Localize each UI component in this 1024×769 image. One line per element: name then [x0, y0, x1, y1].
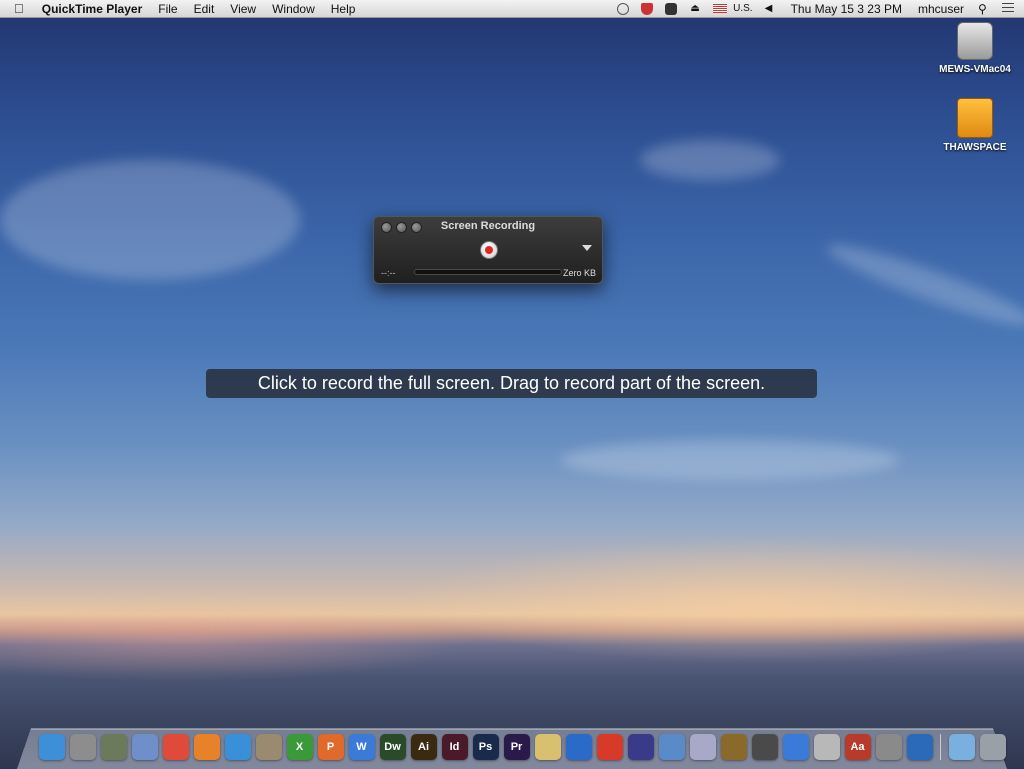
elapsed-time: --:-- — [381, 268, 396, 278]
quicktime-icon[interactable] — [906, 734, 933, 760]
desktop-icon-label: MEWS-VMac04 — [939, 64, 1011, 75]
itunes-icon[interactable] — [782, 734, 809, 760]
record-button[interactable] — [480, 241, 498, 259]
options-dropdown-icon[interactable] — [582, 245, 592, 251]
final-cut-icon[interactable] — [751, 734, 778, 760]
menu-file[interactable]: File — [150, 0, 185, 18]
dreamweaver-icon[interactable]: Dw — [379, 734, 406, 760]
google-earth-icon[interactable] — [565, 734, 592, 760]
launchpad-icon[interactable] — [69, 734, 96, 760]
desktop-icon-label: THAWSPACE — [943, 142, 1007, 153]
shield-icon[interactable] — [641, 2, 654, 15]
textedit-icon[interactable] — [131, 734, 158, 760]
recording-instructions[interactable]: Click to record the full screen. Drag to… — [206, 369, 817, 398]
illustrator-icon[interactable]: Ai — [410, 734, 437, 760]
desktop-icon-mews-vmac04[interactable]: MEWS-VMac04 — [930, 22, 1020, 75]
wallpaper-cloud — [821, 233, 1024, 337]
imovie-icon[interactable] — [720, 734, 747, 760]
dictionary-icon[interactable]: Aa — [844, 734, 871, 760]
wallpaper-cloud — [0, 160, 300, 280]
input-source-label[interactable]: U.S. — [733, 0, 758, 18]
us-flag-icon[interactable] — [713, 4, 728, 13]
binoculars-icon[interactable] — [665, 2, 678, 15]
photoshop-icon[interactable]: Ps — [472, 734, 499, 760]
dvd-player-icon[interactable] — [658, 734, 685, 760]
wallpaper-cloud — [560, 440, 900, 480]
downloads-folder-icon[interactable] — [948, 734, 975, 760]
audio-level-meter — [414, 269, 562, 275]
eject-icon[interactable]: ⏏ — [689, 3, 701, 15]
mission-control-icon[interactable] — [100, 734, 127, 760]
menu-edit[interactable]: Edit — [186, 0, 223, 18]
trash-icon[interactable] — [979, 734, 1006, 760]
record-dot-icon — [485, 246, 493, 254]
hard-drive-icon — [957, 22, 993, 60]
calculator-icon[interactable] — [813, 734, 840, 760]
app-menu[interactable]: QuickTime Player — [34, 0, 151, 18]
word-icon[interactable]: W — [348, 734, 375, 760]
powerpoint-icon[interactable]: P — [317, 734, 344, 760]
file-size: Zero KB — [562, 268, 596, 278]
excel-icon[interactable]: X — [286, 734, 313, 760]
firefox-icon[interactable] — [193, 734, 220, 760]
sketchup-icon[interactable] — [596, 734, 623, 760]
user-menu[interactable]: mhcuser — [910, 0, 972, 18]
menu-window[interactable]: Window — [264, 0, 323, 18]
dock-separator — [940, 734, 941, 760]
status-area: ⏏ U.S. ◀ Thu May 15 3 23 PM mhcuser ⚲ — [611, 0, 1024, 18]
chrome-icon[interactable] — [162, 734, 189, 760]
screen-recording-window[interactable]: Screen Recording --:-- Zero KB — [373, 216, 603, 284]
menu-bar:  QuickTime Player File Edit View Window… — [0, 0, 1024, 18]
gimp-icon[interactable] — [255, 734, 282, 760]
safari-icon[interactable] — [224, 734, 251, 760]
dock-icons: X P W Dw Ai Id Ps Pr Aa — [36, 731, 1008, 763]
disc-burner-icon[interactable] — [689, 734, 716, 760]
volume-icon[interactable]: ◀ — [765, 3, 777, 15]
notification-center-icon[interactable] — [1002, 2, 1014, 15]
finder-icon[interactable] — [38, 734, 65, 760]
preview-icon[interactable] — [875, 734, 902, 760]
external-drive-icon — [957, 98, 993, 138]
indesign-icon[interactable]: Id — [441, 734, 468, 760]
spotlight-search-icon[interactable]: ⚲ — [978, 3, 990, 15]
window-title: Screen Recording — [440, 220, 536, 232]
time-machine-icon[interactable] — [617, 2, 630, 15]
menu-view[interactable]: View — [222, 0, 264, 18]
clock[interactable]: Thu May 15 3 23 PM — [783, 0, 910, 18]
apple-menu-icon[interactable]:  — [0, 0, 34, 18]
wallpaper-cloud — [640, 140, 780, 180]
premiere-icon[interactable]: Pr — [503, 734, 530, 760]
stickies-icon[interactable] — [534, 734, 561, 760]
audio-app-icon[interactable] — [627, 734, 654, 760]
desktop-icon-thawspace[interactable]: THAWSPACE — [930, 98, 1020, 153]
menu-help[interactable]: Help — [323, 0, 364, 18]
